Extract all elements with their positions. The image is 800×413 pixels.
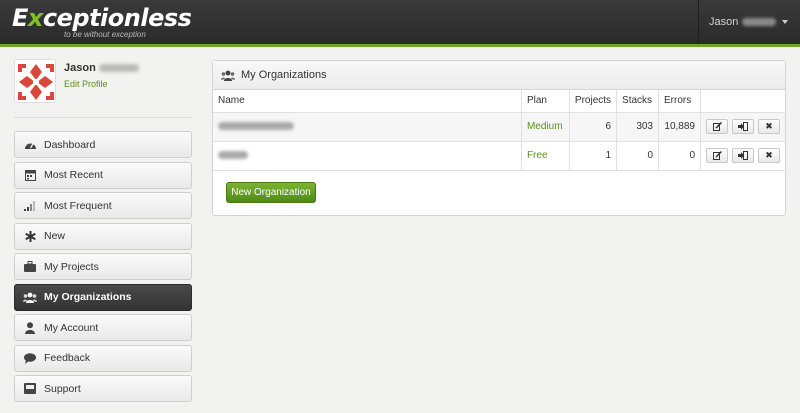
org-stacks-cell: 0 (616, 141, 659, 171)
top-navbar: Exceptionless to be without exception Ja… (0, 0, 800, 44)
dashboard-icon (23, 138, 37, 152)
edit-icon (712, 122, 722, 131)
avatar[interactable] (14, 59, 56, 103)
group-icon (221, 68, 235, 82)
app-logo[interactable]: Exceptionless to be without exception (12, 5, 192, 39)
briefcase-icon (23, 260, 37, 274)
org-name-cell[interactable] (213, 141, 522, 171)
comment-icon (23, 351, 37, 365)
sidebar-nav: Dashboard Most Recent Most Frequent New … (14, 131, 192, 406)
new-organization-button[interactable]: New Organization (226, 182, 316, 203)
delete-icon: ✖ (765, 121, 773, 131)
sidebar-item-label: Support (44, 382, 81, 395)
sidebar-item-new[interactable]: New (14, 222, 192, 250)
row-actions: ✖ (700, 112, 785, 142)
organizations-panel: My Organizations Name Plan Projects Stac… (212, 60, 786, 216)
redacted-surname (742, 18, 777, 26)
sidebar-item-label: Most Recent (44, 169, 103, 181)
leave-icon (738, 151, 748, 160)
sidebar-item-most-frequent[interactable]: Most Frequent (14, 192, 192, 219)
org-errors-cell: 10,889 (658, 112, 701, 142)
org-name-cell[interactable] (213, 112, 522, 142)
asterisk-icon (23, 229, 37, 243)
sidebar-item-my-account[interactable]: My Account (14, 314, 192, 341)
redacted-surname (98, 64, 139, 73)
inbox-icon (23, 382, 37, 396)
column-header-actions (700, 90, 785, 113)
leave-organization-button[interactable] (732, 119, 754, 134)
user-menu-name: Jason (709, 16, 739, 28)
leave-icon (738, 122, 748, 131)
user-menu-dropdown[interactable]: Jason (698, 0, 800, 44)
sidebar-item-label: My Account (44, 321, 99, 334)
sidebar-item-label: Dashboard (44, 138, 96, 151)
edit-organization-button[interactable] (706, 119, 728, 134)
group-icon (23, 290, 37, 304)
table-row[interactable]: Medium 6 303 10,889 ✖ (213, 112, 785, 142)
panel-title: My Organizations (241, 69, 327, 81)
edit-organization-button[interactable] (706, 148, 728, 163)
sidebar-item-label: My Projects (44, 260, 99, 273)
column-header-projects[interactable]: Projects (569, 90, 618, 113)
sidebar-item-label: Feedback (44, 352, 91, 364)
delete-icon: ✖ (765, 150, 773, 160)
profile-summary: Jason Edit Profile (14, 59, 192, 103)
sidebar-item-my-projects[interactable]: My Projects (14, 253, 192, 280)
logo-tagline: to be without exception (64, 30, 146, 39)
column-header-name[interactable]: Name (213, 90, 522, 113)
sidebar-item-label: New (44, 230, 66, 242)
panel-header: My Organizations (213, 61, 785, 90)
column-header-stacks[interactable]: Stacks (616, 90, 659, 113)
sidebar-divider (14, 117, 192, 118)
org-plan-cell[interactable]: Free (521, 141, 570, 171)
delete-organization-button[interactable]: ✖ (758, 148, 780, 163)
redacted-org-name (218, 151, 248, 160)
column-header-plan[interactable]: Plan (521, 90, 570, 113)
delete-organization-button[interactable]: ✖ (758, 119, 780, 134)
table-header-row: Name Plan Projects Stacks Errors (213, 90, 785, 113)
sidebar-item-most-recent[interactable]: Most Recent (14, 161, 192, 189)
user-icon (23, 321, 37, 335)
signal-icon (23, 199, 37, 213)
leave-organization-button[interactable] (732, 148, 754, 163)
sidebar-item-label: Most Frequent (44, 199, 112, 212)
sidebar-item-feedback[interactable]: Feedback (14, 344, 192, 372)
edit-profile-link[interactable]: Edit Profile (64, 79, 108, 89)
caret-down-icon (782, 20, 789, 24)
navbar-accent-line (0, 44, 800, 47)
sidebar-item-label: My Organizations (44, 291, 132, 303)
org-projects-cell: 6 (569, 112, 618, 142)
org-errors-cell: 0 (658, 141, 701, 171)
edit-icon (712, 151, 722, 160)
column-header-errors[interactable]: Errors (658, 90, 701, 113)
sidebar-item-support[interactable]: Support (14, 375, 192, 402)
calendar-icon (23, 168, 37, 182)
redacted-org-name (218, 122, 294, 131)
org-stacks-cell: 303 (616, 112, 659, 142)
table-row[interactable]: Free 1 0 0 ✖ (213, 141, 785, 171)
sidebar-item-my-organizations[interactable]: My Organizations (14, 283, 192, 311)
org-projects-cell: 1 (569, 141, 618, 171)
org-plan-cell[interactable]: Medium (521, 112, 570, 142)
organizations-table: Name Plan Projects Stacks Errors Medium … (213, 90, 785, 171)
row-actions: ✖ (700, 141, 785, 171)
profile-name: Jason (64, 62, 96, 74)
sidebar-item-dashboard[interactable]: Dashboard (14, 131, 192, 158)
